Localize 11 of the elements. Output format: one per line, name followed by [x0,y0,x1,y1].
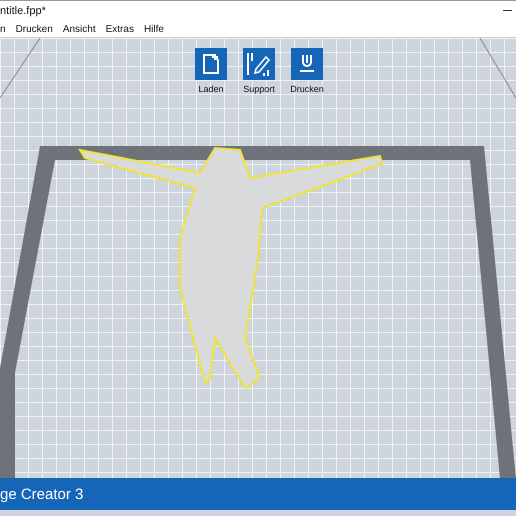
menu-item[interactable]: Drucken [16,24,53,34]
minimize-icon[interactable] [503,10,512,12]
pencil-icon [246,51,272,77]
download-icon [298,54,316,74]
menu-item[interactable]: n [0,24,6,34]
status-bar: ge Creator 3 [0,478,516,510]
menu-item[interactable]: Extras [106,24,134,34]
document-icon [203,54,219,74]
menu-item[interactable]: Ansicht [62,24,96,34]
window-title: ntitle.fpp* [0,5,46,17]
menu-item[interactable]: Hilfe [144,24,164,34]
